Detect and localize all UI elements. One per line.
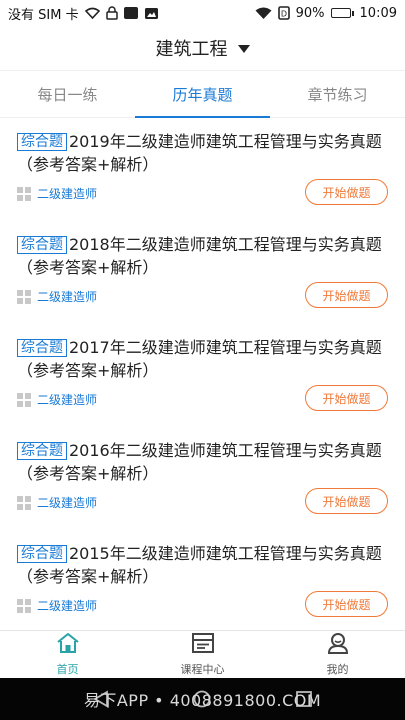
item-title: 综合题 2017年二级建造师建筑工程管理与实务真题（参考答案+解析） — [17, 336, 388, 382]
item-title-text: 2019年二级建造师建筑工程管理与实务真题（参考答案+解析） — [17, 132, 382, 174]
grid-icon — [17, 289, 31, 304]
type-tag: 综合题 — [17, 133, 67, 151]
wifi-icon — [84, 7, 100, 19]
exam-list: 综合题 2019年二级建造师建筑工程管理与实务真题（参考答案+解析） 二级建造师 … — [0, 118, 405, 630]
notification-icon — [123, 7, 138, 19]
status-bar: 没有 SIM 卡 D 90% 10:09 — [0, 0, 405, 26]
wifi-signal-icon — [255, 7, 272, 20]
item-meta: 二级建造师 — [17, 391, 97, 408]
list-item[interactable]: 综合题 2017年二级建造师建筑工程管理与实务真题（参考答案+解析） 二级建造师 … — [0, 324, 405, 427]
nav-label: 首页 — [56, 663, 79, 676]
bottom-nav: 首页 课程中心 我的 — [0, 630, 405, 678]
status-bar-right: D 90% 10:09 — [255, 6, 397, 21]
item-title-text: 2018年二级建造师建筑工程管理与实务真题（参考答案+解析） — [17, 235, 382, 277]
nav-course-center[interactable]: 课程中心 — [135, 631, 270, 678]
item-title-text: 2015年二级建造师建筑工程管理与实务真题（参考答案+解析） — [17, 544, 382, 586]
category-label: 二级建造师 — [37, 393, 98, 407]
item-meta: 二级建造师 — [17, 597, 97, 614]
start-practice-button[interactable]: 开始做题 — [305, 591, 388, 617]
battery-icon — [330, 8, 354, 18]
nav-label: 我的 — [326, 663, 349, 676]
tab-daily-practice[interactable]: 每日一练 — [0, 71, 135, 117]
data-saver-icon: D — [277, 6, 290, 20]
watermark: 易下APP • 4008891800.COM — [83, 691, 322, 710]
status-bar-left: 没有 SIM 卡 — [8, 4, 159, 23]
home-icon — [56, 632, 80, 658]
item-meta: 二级建造师 — [17, 185, 97, 202]
grid-icon — [17, 495, 31, 510]
list-item[interactable]: 综合题 2016年二级建造师建筑工程管理与实务真题（参考答案+解析） 二级建造师 … — [0, 427, 405, 530]
category-label: 二级建造师 — [37, 187, 98, 201]
carrier-text: 没有 SIM 卡 — [8, 7, 79, 23]
course-center-icon — [191, 632, 215, 658]
svg-text:D: D — [281, 10, 287, 19]
profile-icon — [326, 632, 350, 658]
category-label: 二级建造师 — [37, 496, 98, 510]
item-title: 综合题 2015年二级建造师建筑工程管理与实务真题（参考答案+解析） — [17, 542, 388, 588]
tab-past-exams[interactable]: 历年真题 — [135, 71, 270, 118]
nav-label: 课程中心 — [180, 663, 225, 676]
type-tag: 综合题 — [17, 442, 67, 460]
grid-icon — [17, 186, 31, 201]
start-practice-button[interactable]: 开始做题 — [305, 385, 388, 411]
category-label: 二级建造师 — [37, 599, 98, 613]
clock: 10:09 — [359, 5, 397, 21]
item-meta: 二级建造师 — [17, 494, 97, 511]
category-label: 二级建造师 — [37, 290, 98, 304]
caret-down-icon — [237, 45, 250, 53]
nav-home[interactable]: 首页 — [0, 631, 135, 678]
grid-icon — [17, 598, 31, 613]
start-practice-button[interactable]: 开始做题 — [305, 179, 388, 205]
item-title-text: 2016年二级建造师建筑工程管理与实务真题（参考答案+解析） — [17, 441, 382, 483]
item-title: 综合题 2018年二级建造师建筑工程管理与实务真题（参考答案+解析） — [17, 233, 388, 279]
page-title: 建筑工程 — [155, 39, 228, 60]
start-practice-button[interactable]: 开始做题 — [305, 282, 388, 308]
list-item[interactable]: 综合题 2018年二级建造师建筑工程管理与实务真题（参考答案+解析） 二级建造师 … — [0, 221, 405, 324]
lock-icon — [105, 6, 118, 20]
tab-chapter-practice[interactable]: 章节练习 — [270, 71, 405, 117]
type-tag: 综合题 — [17, 236, 67, 254]
grid-icon — [17, 392, 31, 407]
start-practice-button[interactable]: 开始做题 — [305, 488, 388, 514]
item-title-text: 2017年二级建造师建筑工程管理与实务真题（参考答案+解析） — [17, 338, 382, 380]
battery-percent: 90% — [295, 5, 325, 21]
type-tag: 综合题 — [17, 545, 67, 563]
subject-selector[interactable]: 建筑工程 — [0, 26, 405, 70]
tab-bar: 每日一练 历年真题 章节练习 — [0, 70, 405, 118]
list-item[interactable]: 综合题 2019年二级建造师建筑工程管理与实务真题（参考答案+解析） 二级建造师 … — [0, 118, 405, 221]
type-tag: 综合题 — [17, 339, 67, 357]
item-meta: 二级建造师 — [17, 288, 97, 305]
system-nav-bar: 易下APP • 4008891800.COM — [0, 678, 405, 720]
item-title: 综合题 2016年二级建造师建筑工程管理与实务真题（参考答案+解析） — [17, 439, 388, 485]
item-title: 综合题 2019年二级建造师建筑工程管理与实务真题（参考答案+解析） — [17, 130, 388, 176]
list-item[interactable]: 综合题 2015年二级建造师建筑工程管理与实务真题（参考答案+解析） 二级建造师 … — [0, 530, 405, 630]
nav-profile[interactable]: 我的 — [270, 631, 405, 678]
image-icon — [144, 7, 159, 20]
